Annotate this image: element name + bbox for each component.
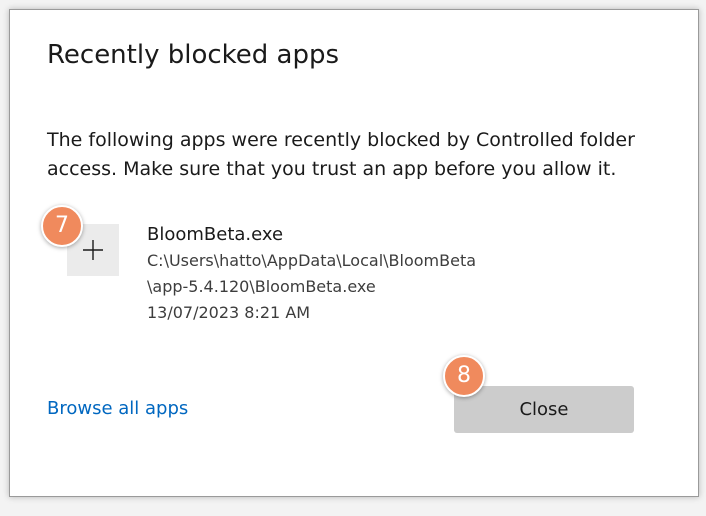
step-badge-7: 7 bbox=[41, 205, 83, 247]
step-badge-8: 8 bbox=[443, 355, 485, 397]
app-path-line-1: C:\Users\hatto\AppData\Local\BloomBeta bbox=[147, 251, 477, 270]
browse-all-apps-link[interactable]: Browse all apps bbox=[47, 398, 188, 419]
close-button[interactable]: Close bbox=[454, 386, 634, 433]
plus-icon bbox=[83, 240, 103, 260]
app-path-line-2: \app-5.4.120\BloomBeta.exe bbox=[147, 277, 376, 296]
app-name: BloomBeta.exe bbox=[147, 224, 284, 245]
app-blocked-timestamp: 13/07/2023 8:21 AM bbox=[147, 303, 311, 322]
recently-blocked-apps-dialog: Recently blocked apps The following apps… bbox=[9, 9, 699, 497]
dialog-description: The following apps were recently blocked… bbox=[47, 129, 635, 180]
dialog-title: Recently blocked apps bbox=[47, 40, 340, 70]
blocked-app-info: BloomBeta.exe C:\Users\hatto\AppData\Loc… bbox=[147, 222, 476, 326]
